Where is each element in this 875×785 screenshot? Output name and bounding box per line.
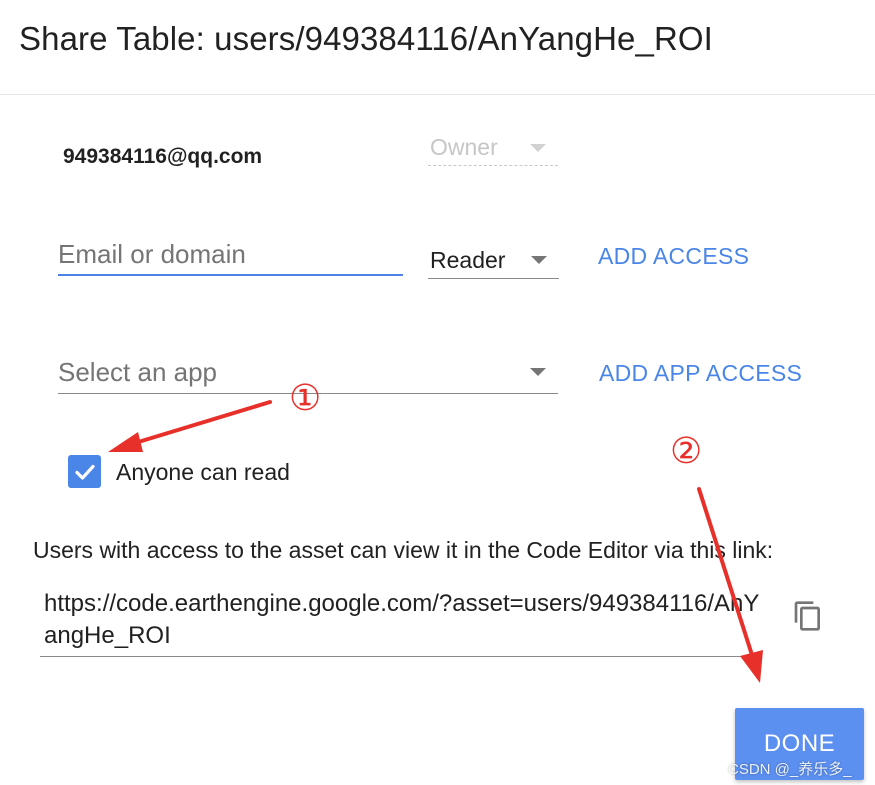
chevron-down-icon (530, 143, 546, 152)
annotation-marker-1: ① (289, 378, 322, 419)
title-divider (0, 94, 875, 95)
select-app-placeholder: Select an app (58, 356, 218, 387)
dialog-title: Share Table: users/949384116/AnYangHe_RO… (19, 20, 713, 57)
check-icon (74, 464, 95, 480)
owner-email: 949384116@qq.com (63, 145, 263, 168)
owner-role-value: Owner (430, 134, 498, 160)
owner-role-select: Owner (428, 130, 558, 166)
watermark: CSDN @_养乐多_ (728, 761, 852, 778)
link-description: Users with access to the asset can view … (33, 537, 774, 563)
access-role-select[interactable]: Reader (428, 242, 559, 279)
annotation-marker-2: ② (670, 431, 703, 472)
copy-icon[interactable] (792, 600, 824, 632)
chevron-down-icon (530, 368, 546, 376)
email-or-domain-input[interactable] (58, 234, 403, 276)
asset-link-field[interactable]: https://code.earthengine.google.com/?ass… (40, 588, 762, 657)
anyone-can-read-checkbox[interactable] (68, 455, 101, 488)
annotation-arrow-1 (108, 400, 272, 452)
add-app-access-button[interactable]: ADD APP ACCESS (599, 360, 802, 387)
add-access-button[interactable]: ADD ACCESS (598, 243, 749, 270)
anyone-can-read-label: Anyone can read (116, 459, 290, 485)
chevron-down-icon (531, 256, 547, 264)
access-role-value: Reader (430, 246, 506, 273)
